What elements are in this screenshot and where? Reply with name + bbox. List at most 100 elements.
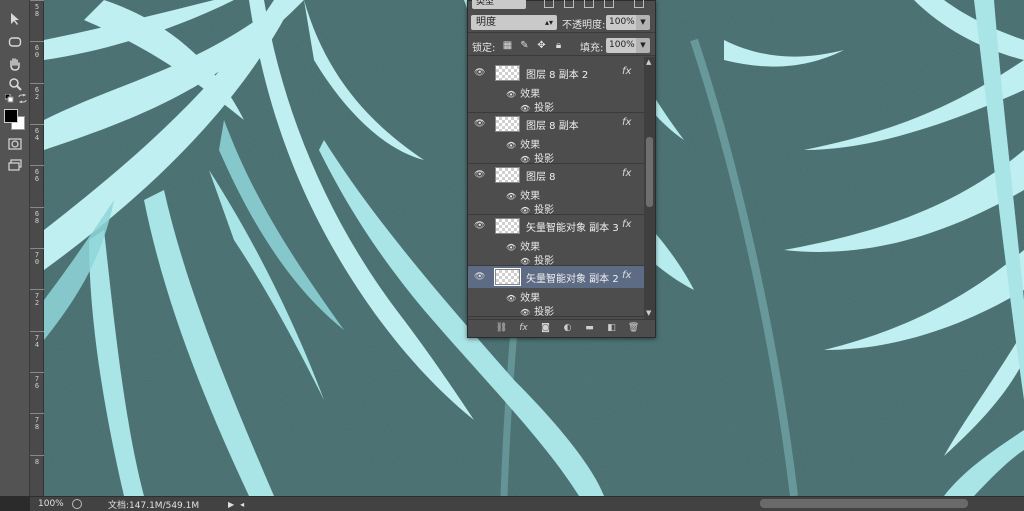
status-bar: 100% 文档:147.1M/549.1M ▶ ◂	[30, 496, 1024, 511]
move-arrow-icon[interactable]	[5, 10, 25, 28]
layer-header[interactable]: 👁︎ 图层 8 副本 2 fx	[468, 62, 644, 84]
layer-row[interactable]: 👁︎ 图层 8 fx 👁︎ 效果 👁︎ 投影	[468, 164, 644, 216]
smartobject-filter-icon[interactable]	[634, 0, 644, 8]
layer-header[interactable]: 👁︎ 矢量智能对象 副本 3 fx	[468, 215, 644, 237]
effect-item[interactable]: 👁︎ 投影	[520, 201, 554, 216]
scroll-left-icon[interactable]: ◂	[240, 500, 244, 509]
export-icon[interactable]	[72, 499, 82, 509]
layer-row[interactable]: 👁︎ 图层 8 副本 2 fx 👁︎ 效果 👁︎ 投影	[468, 62, 644, 114]
effect-item[interactable]: 👁︎ 投影	[520, 303, 554, 318]
layer-name[interactable]: 图层 8 副本	[526, 117, 579, 132]
horizontal-scrollbar-thumb[interactable]	[760, 499, 968, 508]
effects-row[interactable]: 👁︎ 效果	[506, 136, 540, 151]
lock-transparent-icon[interactable]: ▦	[502, 40, 513, 51]
type-filter-icon[interactable]	[584, 0, 594, 8]
marquee-icon[interactable]	[5, 33, 25, 51]
layer-header[interactable]: 👁︎ 图层 8 fx	[468, 164, 644, 186]
eye-icon[interactable]: 👁︎	[520, 155, 530, 164]
zoom-icon[interactable]	[5, 75, 25, 93]
blend-caret-icon: ▴▾	[544, 18, 553, 27]
eye-icon[interactable]: 👁︎	[474, 170, 485, 180]
effects-row[interactable]: 👁︎ 效果	[506, 289, 540, 304]
add-style-icon[interactable]: fx	[517, 323, 530, 334]
opacity-input[interactable]: 100%	[606, 15, 636, 30]
eye-icon[interactable]: 👁︎	[520, 104, 530, 113]
shape-filter-icon[interactable]	[604, 0, 614, 8]
opacity-dropdown-icon[interactable]: ▼	[636, 15, 650, 30]
effect-item[interactable]: 👁︎ 投影	[520, 99, 554, 114]
swap-colors-icon[interactable]	[16, 93, 28, 103]
layer-row[interactable]: 👁︎ 矢量智能对象 副本 3 fx 👁︎ 效果 👁︎ 投影	[468, 215, 644, 267]
layers-scrollbar[interactable]: ▲ ▼	[644, 57, 655, 319]
ruler-tick	[30, 124, 44, 125]
new-layer-icon[interactable]: ◧	[605, 323, 618, 334]
layer-thumbnail[interactable]	[495, 116, 520, 132]
fill-dropdown-icon[interactable]: ▼	[636, 38, 650, 53]
hand-icon[interactable]	[5, 55, 25, 73]
lock-position-icon[interactable]: ✥	[536, 40, 547, 51]
fx-icon[interactable]: fx	[622, 168, 631, 179]
effects-row[interactable]: 👁︎ 效果	[506, 187, 540, 202]
fx-icon[interactable]: fx	[622, 66, 631, 77]
layer-thumbnail[interactable]	[495, 167, 520, 183]
eye-icon[interactable]: 👁︎	[474, 119, 485, 129]
pixel-filter-icon[interactable]	[544, 0, 554, 8]
delete-layer-icon[interactable]: 🗑︎	[627, 323, 640, 334]
eye-icon[interactable]: 👁︎	[474, 68, 485, 78]
foreground-color-swatch[interactable]	[4, 109, 18, 123]
layer-header[interactable]: 👁︎ 图层 8 副本 fx	[468, 113, 644, 135]
screen-mode-icon[interactable]	[5, 156, 25, 174]
default-colors-icon[interactable]	[3, 93, 15, 103]
eye-icon[interactable]: 👁︎	[506, 141, 516, 150]
scrollbar-thumb[interactable]	[646, 137, 653, 207]
fx-icon[interactable]: fx	[622, 219, 631, 230]
ruler-tick	[30, 83, 44, 84]
link-layers-icon[interactable]: ⛓︎	[495, 323, 508, 334]
layers-panel-footer: ⛓︎ fx ◙ ◐ ▬ ◧ 🗑︎	[468, 319, 655, 337]
eye-icon[interactable]: 👁︎	[474, 272, 485, 282]
effect-item[interactable]: 👁︎ 投影	[520, 252, 554, 267]
eye-icon[interactable]: 👁︎	[520, 206, 530, 215]
ruler-label: 5 8	[34, 3, 40, 18]
eye-icon[interactable]: 👁︎	[506, 192, 516, 201]
eye-icon[interactable]: 👁︎	[506, 294, 516, 303]
layer-header[interactable]: 👁︎ 矢量智能对象 副本 2 fx	[468, 266, 644, 288]
ruler-label: 8	[34, 458, 40, 466]
eye-icon[interactable]: 👁︎	[520, 308, 530, 317]
effect-item[interactable]: 👁︎ 投影	[520, 150, 554, 165]
fill-input[interactable]: 100%	[606, 38, 636, 53]
new-group-icon[interactable]: ▬	[583, 323, 596, 334]
lock-all-icon[interactable]: 🔒︎	[553, 40, 564, 51]
eye-icon[interactable]: 👁︎	[506, 243, 516, 252]
effects-row[interactable]: 👁︎ 效果	[506, 85, 540, 100]
zoom-level[interactable]: 100%	[30, 499, 66, 509]
adjustment-filter-icon[interactable]	[564, 0, 574, 8]
blend-opacity-row: 明度 ▴▾ 不透明度: 100% ▼	[468, 13, 655, 33]
add-mask-icon[interactable]: ◙	[539, 323, 552, 334]
status-menu-arrow-icon[interactable]: ▶	[228, 500, 234, 509]
effects-row[interactable]: 👁︎ 效果	[506, 238, 540, 253]
eye-icon[interactable]: 👁︎	[506, 90, 516, 99]
layer-name[interactable]: 矢量智能对象 副本 3	[526, 219, 619, 234]
eye-icon[interactable]: 👁︎	[474, 221, 485, 231]
adjustment-layer-icon[interactable]: ◐	[561, 323, 574, 334]
lock-image-icon[interactable]: ✎	[519, 40, 530, 51]
layer-row[interactable]: 👁︎ 图层 8 副本 fx 👁︎ 效果 👁︎ 投影	[468, 113, 644, 165]
quickmask-icon[interactable]	[5, 135, 25, 153]
layer-name[interactable]: 矢量智能对象 副本 2	[526, 270, 619, 285]
fx-icon[interactable]: fx	[622, 270, 631, 281]
layer-name[interactable]: 图层 8	[526, 168, 556, 183]
layer-row-selected[interactable]: 👁︎ 矢量智能对象 副本 2 fx 👁︎ 效果 👁︎ 投影	[468, 266, 644, 318]
ruler-label: 7 2	[34, 292, 40, 307]
scroll-down-icon[interactable]: ▼	[646, 309, 651, 317]
layer-name[interactable]: 图层 8 副本 2	[526, 66, 588, 81]
layer-thumbnail[interactable]	[495, 65, 520, 81]
fx-icon[interactable]: fx	[622, 117, 631, 128]
layer-thumbnail[interactable]	[495, 218, 520, 234]
eye-icon[interactable]: 👁︎	[520, 257, 530, 266]
blend-mode-select[interactable]: 明度 ▴▾	[471, 15, 557, 30]
ruler-tick	[30, 289, 44, 290]
kind-filter-select[interactable]: 类型	[472, 0, 526, 9]
scroll-up-icon[interactable]: ▲	[646, 58, 651, 66]
layer-thumbnail[interactable]	[494, 268, 521, 286]
